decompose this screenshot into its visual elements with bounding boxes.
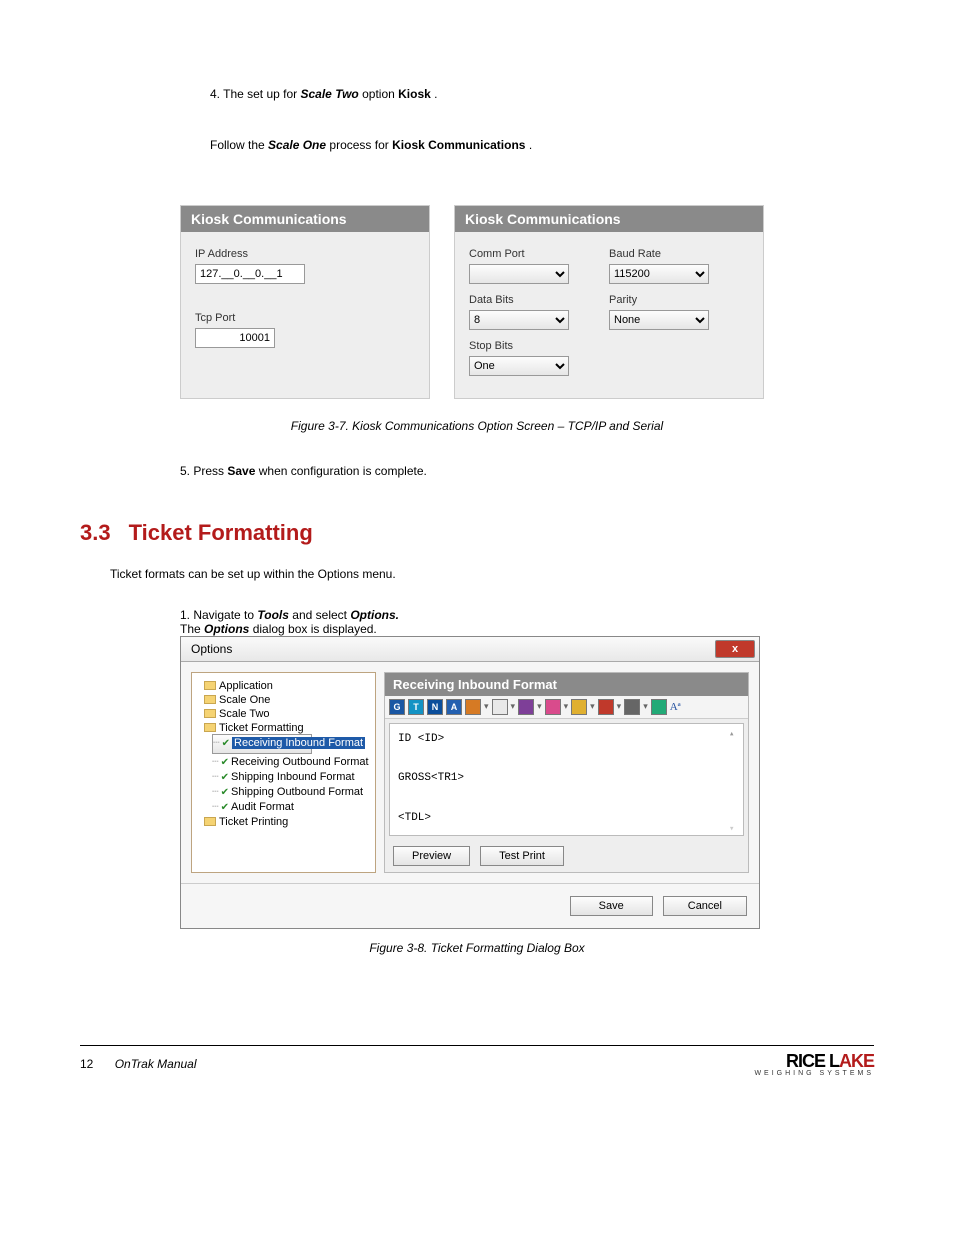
section-3-3-heading: 3.3Ticket Formatting	[80, 520, 874, 546]
check-icon: ✔	[222, 738, 230, 749]
page-footer: 12 OnTrak Manual RICE LAKE WEIGHING SYST…	[80, 1045, 874, 1077]
tcp-port-input[interactable]	[195, 328, 275, 348]
check-icon: ✔	[221, 757, 229, 768]
parity-select[interactable]: None	[609, 310, 709, 330]
toolbar-page-icon[interactable]	[492, 699, 508, 715]
options-tree[interactable]: Application Scale One Scale Two Ticket F…	[191, 672, 376, 873]
baud-rate-label: Baud Rate	[609, 248, 709, 260]
dialog-titlebar[interactable]: Options x	[181, 637, 759, 662]
options-dialog: Options x Application Scale One Scale Tw…	[180, 636, 760, 929]
tree-shipping-inbound[interactable]: ✔Shipping Inbound Format	[212, 769, 371, 784]
tree-receiving-inbound[interactable]: ✔Receiving Inbound Format	[212, 734, 312, 754]
stop-bits-label: Stop Bits	[469, 340, 569, 352]
tf-intro: Ticket formats can be set up within the …	[110, 566, 874, 583]
parity-label: Parity	[609, 294, 709, 306]
tree-application[interactable]: Application	[204, 679, 371, 693]
test-print-button[interactable]: Test Print	[480, 846, 564, 866]
format-editor-head: Receiving Inbound Format	[385, 673, 748, 696]
tree-scale-two[interactable]: Scale Two	[204, 707, 371, 721]
kiosk-panels-row: Kiosk Communications IP Address Tcp Port…	[180, 205, 874, 399]
folder-icon	[204, 723, 216, 732]
tree-ticket-printing[interactable]: Ticket Printing	[204, 815, 371, 829]
check-icon: ✔	[221, 787, 229, 798]
instruction-scale-two: 4. The set up for Scale Two option Kiosk…	[210, 86, 874, 103]
tf-step-1: 1. Navigate to Tools and select Options.	[180, 608, 874, 622]
tree-receiving-outbound[interactable]: ✔Receiving Outbound Format	[212, 754, 371, 769]
format-toolbar: G T N A ▾ ▾ ▾ ▾ ▾ ▾ ▾ Aª	[385, 696, 748, 719]
toolbar-a-icon[interactable]: A	[446, 699, 462, 715]
toolbar-n-icon[interactable]: N	[427, 699, 443, 715]
scroll-up-icon[interactable]: ▴	[729, 726, 741, 738]
instruction-save: 5. Press Save when configuration is comp…	[180, 463, 874, 480]
close-icon[interactable]: x	[715, 640, 755, 658]
figure-3-7-caption: Figure 3-7. Kiosk Communications Option …	[80, 419, 874, 433]
kiosk-panel-tcpip: Kiosk Communications IP Address Tcp Port	[180, 205, 430, 399]
stop-bits-select[interactable]: One	[469, 356, 569, 376]
kiosk-panel-serial: Kiosk Communications Comm Port Baud Rate…	[454, 205, 764, 399]
check-icon: ✔	[221, 802, 229, 813]
tf-step-1b: The Options dialog box is displayed.	[180, 622, 874, 636]
toolbar-gear-icon[interactable]	[545, 699, 561, 715]
dialog-title: Options	[191, 642, 232, 656]
page-number: 12	[80, 1057, 93, 1071]
toolbar-refresh-icon[interactable]	[651, 699, 667, 715]
rice-lake-logo: RICE LAKE WEIGHING SYSTEMS	[754, 1052, 874, 1077]
format-editor-textarea[interactable]: ID <ID> GROSS<TR1> <TDL>▴▾	[389, 723, 744, 836]
toolbar-t-icon[interactable]: T	[408, 699, 424, 715]
toolbar-g-icon[interactable]: G	[389, 699, 405, 715]
check-icon: ✔	[221, 772, 229, 783]
baud-rate-select[interactable]: 115200	[609, 264, 709, 284]
toolbar-clip-icon[interactable]	[598, 699, 614, 715]
tcp-port-label: Tcp Port	[195, 312, 275, 324]
data-bits-label: Data Bits	[469, 294, 569, 306]
cancel-button[interactable]: Cancel	[663, 896, 747, 916]
ip-address-label: IP Address	[195, 248, 305, 260]
tree-shipping-outbound[interactable]: ✔Shipping Outbound Format	[212, 784, 371, 799]
panel-head-right: Kiosk Communications	[455, 206, 763, 232]
folder-icon	[204, 709, 216, 718]
comm-port-select[interactable]	[469, 264, 569, 284]
figure-3-8-caption: Figure 3-8. Ticket Formatting Dialog Box	[80, 941, 874, 955]
ip-address-input[interactable]	[195, 264, 305, 284]
tree-scale-one[interactable]: Scale One	[204, 693, 371, 707]
scroll-down-icon[interactable]: ▾	[729, 821, 741, 833]
tree-ticket-formatting[interactable]: Ticket Formatting ✔Receiving Inbound For…	[204, 721, 371, 815]
data-bits-select[interactable]: 8	[469, 310, 569, 330]
toolbar-star-icon[interactable]	[571, 699, 587, 715]
preview-button[interactable]: Preview	[393, 846, 470, 866]
folder-icon	[204, 681, 216, 690]
format-editor-pane: Receiving Inbound Format G T N A ▾ ▾ ▾ ▾…	[384, 672, 749, 873]
tree-audit-format[interactable]: ✔Audit Format	[212, 799, 371, 814]
panel-head-left: Kiosk Communications	[181, 206, 429, 232]
folder-icon	[204, 817, 216, 826]
save-button[interactable]: Save	[570, 896, 653, 916]
toolbar-link-icon[interactable]	[624, 699, 640, 715]
toolbar-puzzle-icon[interactable]	[518, 699, 534, 715]
toolbar-font-icon[interactable]: Aª	[670, 701, 681, 713]
comm-port-label: Comm Port	[469, 248, 569, 260]
instruction-scale-one: Follow the Scale One process for Kiosk C…	[210, 137, 874, 154]
folder-icon	[204, 695, 216, 704]
toolbar-table-icon[interactable]	[465, 699, 481, 715]
manual-name: OnTrak Manual	[115, 1057, 197, 1071]
